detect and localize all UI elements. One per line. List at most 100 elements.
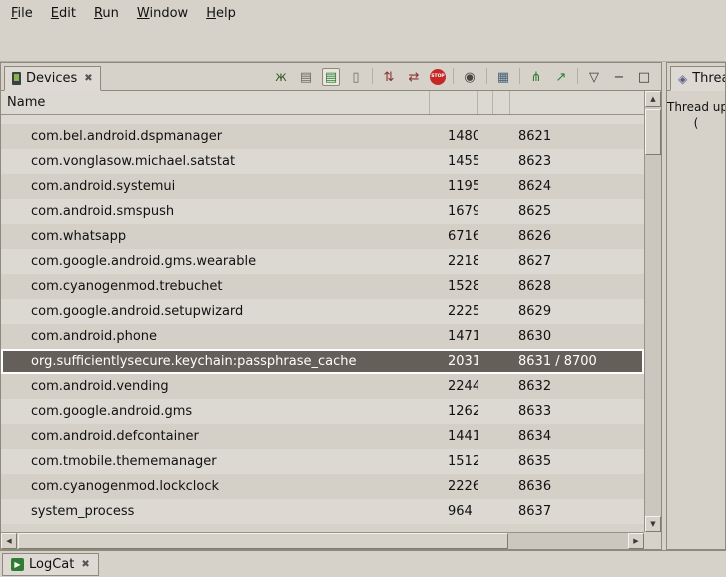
process-pid: 22265 — [430, 474, 478, 499]
table-row[interactable]: com.android.vending224408632 — [1, 374, 644, 399]
vertical-scrollbar[interactable]: ▲ ▼ — [644, 91, 661, 532]
process-name: com.cyanogenmod.trebuchet — [1, 274, 430, 299]
table-row[interactable]: com.android.systemui11958624 — [1, 174, 644, 199]
process-port: 8626 — [510, 224, 644, 249]
process-pid: 1480 — [430, 124, 478, 149]
logcat-icon: ▶ — [11, 558, 24, 571]
table-row[interactable]: com.android.phone14718630 — [1, 324, 644, 349]
tab-threads[interactable]: ◈ Threads — [670, 66, 726, 91]
toolbar-separator — [577, 68, 578, 84]
table-row[interactable]: com.google.android.setupwizard222508629 — [1, 299, 644, 324]
maximize-view-icon[interactable]: □ — [635, 68, 653, 86]
process-pid: 1528 — [430, 274, 478, 299]
cell-empty — [493, 199, 510, 224]
scroll-right-icon[interactable]: ▶ — [628, 533, 644, 549]
threads-message-line: Thread up — [667, 99, 725, 115]
table-header[interactable]: Name — [1, 91, 644, 115]
menu-window[interactable]: Window — [128, 3, 197, 24]
device-table-main: Name com.bel.android.dspmanager14808621c… — [1, 91, 644, 532]
systrace-icon[interactable]: ⋔ — [527, 68, 545, 86]
process-pid: 1195 — [430, 174, 478, 199]
cell-empty — [478, 249, 493, 274]
tab-devices[interactable]: Devices ✖ — [4, 66, 101, 91]
main-toolbar — [0, 27, 726, 62]
table-row[interactable]: com.android.smspush16798625 — [1, 199, 644, 224]
close-tab-icon[interactable]: ✖ — [82, 73, 92, 84]
table-row[interactable]: system_process9648637 — [1, 499, 644, 524]
stop-process-icon[interactable]: STOP — [430, 69, 446, 85]
process-port: 8634 — [510, 424, 644, 449]
scroll-left-icon[interactable]: ◀ — [1, 533, 17, 549]
process-port: 8636 — [510, 474, 644, 499]
method-profiling-icon[interactable]: ⇄ — [405, 68, 423, 86]
process-name: com.android.defcontainer — [1, 424, 430, 449]
process-port: 8633 — [510, 399, 644, 424]
device-table-body: com.bel.android.dspmanager14808621com.vo… — [1, 124, 644, 524]
table-row[interactable]: com.google.android.gms126238633 — [1, 399, 644, 424]
scroll-down-icon[interactable]: ▼ — [645, 516, 661, 532]
table-row[interactable]: com.bel.android.dspmanager14808621 — [1, 124, 644, 149]
table-row[interactable]: org.sufficientlysecure.keychain:passphra… — [1, 349, 644, 374]
cell-empty — [493, 399, 510, 424]
cell-empty — [478, 299, 493, 324]
tab-logcat[interactable]: ▶ LogCat ✖ — [2, 553, 99, 576]
threads-message-line: ( — [667, 115, 725, 131]
device-table: Name com.bel.android.dspmanager14808621c… — [1, 91, 661, 549]
process-pid: 6716 — [430, 224, 478, 249]
toolbar-separator — [453, 68, 454, 84]
process-port: 8621 — [510, 124, 644, 149]
menu-run[interactable]: Run — [85, 3, 128, 24]
dump-hprof-icon[interactable]: ▤ — [322, 68, 340, 86]
menu-file[interactable]: File — [2, 3, 42, 24]
debug-process-icon[interactable]: ж — [272, 68, 290, 86]
update-heap-icon[interactable]: ▤ — [297, 68, 315, 86]
view-menu-chevron-icon[interactable]: ▽ — [585, 68, 603, 86]
process-name: org.sufficientlysecure.keychain:passphra… — [1, 349, 430, 374]
process-name: com.cyanogenmod.lockclock — [1, 474, 430, 499]
process-port: 8623 — [510, 149, 644, 174]
menu-help[interactable]: Help — [197, 3, 245, 24]
table-row[interactable]: com.vonglasow.michael.satstat145538623 — [1, 149, 644, 174]
column-header-empty1[interactable] — [478, 91, 493, 114]
process-name: com.android.phone — [1, 324, 430, 349]
process-port: 8635 — [510, 449, 644, 474]
process-name: system_process — [1, 499, 430, 524]
threads-tab-label: Threads — [692, 71, 726, 86]
table-row[interactable]: com.cyanogenmod.trebuchet15288628 — [1, 274, 644, 299]
vertical-scrollbar-thumb[interactable] — [645, 109, 661, 155]
column-header-name[interactable]: Name — [1, 91, 430, 114]
table-row[interactable]: com.whatsapp6716 8626 — [1, 224, 644, 249]
horizontal-scrollbar-thumb[interactable] — [18, 533, 508, 549]
menu-edit[interactable]: Edit — [42, 3, 85, 24]
cell-empty — [493, 249, 510, 274]
column-header-pid[interactable] — [430, 91, 478, 114]
table-row[interactable]: com.cyanogenmod.lockclock22265 8636 — [1, 474, 644, 499]
threads-view: ◈ Threads Thread up( — [666, 62, 726, 550]
cause-gc-trash-icon[interactable]: ▯ — [347, 68, 365, 86]
table-row[interactable]: com.android.defcontainer144118634 — [1, 424, 644, 449]
process-name: com.android.vending — [1, 374, 430, 399]
view-hierarchy-icon[interactable]: ▦ — [494, 68, 512, 86]
table-row[interactable]: com.tmobile.thememanager15128635 — [1, 449, 644, 474]
process-pid: 22250 — [430, 299, 478, 324]
logcat-bar: ▶ LogCat ✖ — [0, 550, 726, 577]
cell-empty — [493, 374, 510, 399]
minimize-view-icon[interactable]: − — [610, 68, 628, 86]
process-name: com.vonglasow.michael.satstat — [1, 149, 430, 174]
threads-message: Thread up( — [667, 91, 725, 131]
process-name: com.whatsapp — [1, 224, 430, 249]
update-threads-icon[interactable]: ⇅ — [380, 68, 398, 86]
horizontal-scrollbar[interactable]: ◀ ▶ — [1, 532, 644, 549]
screen-capture-icon[interactable]: ◉ — [461, 68, 479, 86]
close-tab-icon[interactable]: ✖ — [79, 559, 89, 570]
column-header-empty2[interactable] — [493, 91, 510, 114]
cell-empty — [493, 174, 510, 199]
network-stats-icon[interactable]: ↗ — [552, 68, 570, 86]
cell-empty — [493, 149, 510, 174]
process-pid: 12623 — [430, 399, 478, 424]
process-pid: 22185 — [430, 249, 478, 274]
table-row[interactable]: com.google.android.gms.wearable221858627 — [1, 249, 644, 274]
cell-empty — [478, 474, 493, 499]
column-header-port[interactable] — [510, 91, 644, 114]
scroll-up-icon[interactable]: ▲ — [645, 91, 661, 107]
